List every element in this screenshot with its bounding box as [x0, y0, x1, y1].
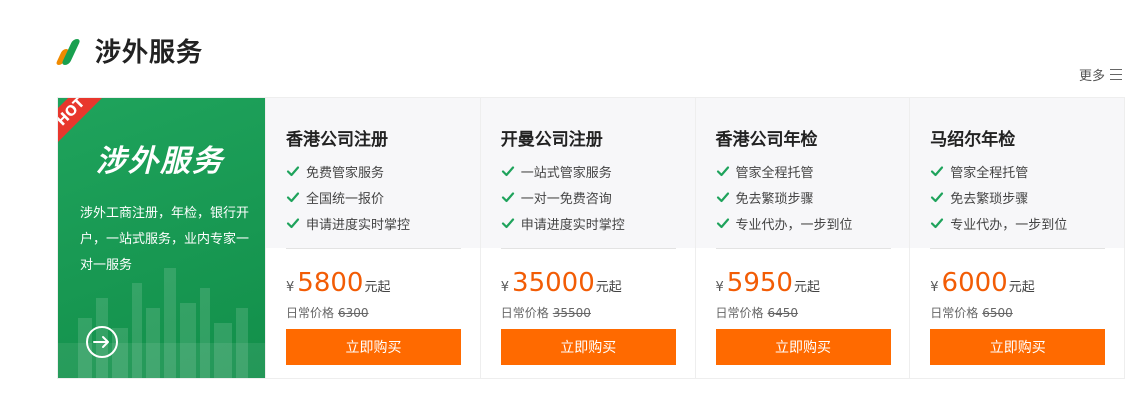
price-suffix: 元起 — [1008, 280, 1035, 295]
feature-item: 申请进度实时掌控 — [501, 210, 625, 236]
check-icon — [716, 166, 729, 177]
check-icon — [286, 166, 300, 177]
buy-now-button[interactable]: 立即购买 — [286, 329, 461, 365]
feature-item: 免去繁琐步骤 — [930, 184, 1067, 210]
more-link[interactable]: 更多 — [1079, 65, 1122, 84]
price: ¥ 35000 元起 — [501, 268, 622, 298]
check-icon — [286, 192, 300, 203]
price-suffix: 元起 — [793, 280, 820, 295]
check-icon — [286, 218, 300, 229]
feature-item: 管家全程托管 — [930, 158, 1067, 184]
service-card: 香港公司年检 管家全程托管 免去繁琐步骤 专业代办，一步到位 ¥ 5950 元起… — [694, 98, 910, 378]
check-icon — [931, 218, 944, 229]
buy-now-button[interactable]: 立即购买 — [500, 329, 676, 365]
feature-item: 一站式管家服务 — [501, 158, 625, 184]
currency-symbol: ¥ — [715, 280, 724, 295]
hot-ribbon: HOT — [58, 98, 120, 162]
price-value: 35000 — [512, 268, 595, 298]
feature-item: 全国统一报价 — [286, 184, 410, 210]
arrow-right-circle-icon[interactable] — [86, 326, 118, 358]
divider — [930, 248, 1106, 249]
feature-item: 专业代办，一步到位 — [716, 210, 853, 236]
price-suffix: 元起 — [364, 280, 391, 295]
check-icon — [716, 218, 729, 229]
price-value: 5800 — [297, 268, 364, 298]
price: ¥ 5800 元起 — [286, 268, 390, 298]
check-icon — [501, 192, 514, 203]
currency-symbol: ¥ — [500, 280, 510, 295]
currency-symbol: ¥ — [930, 280, 939, 295]
check-icon — [931, 192, 944, 203]
price-value: 6000 — [941, 268, 1008, 298]
original-price: 6300 — [338, 306, 369, 320]
price: ¥ 6000 元起 — [930, 268, 1034, 298]
check-icon — [501, 166, 514, 177]
service-card: 开曼公司注册 一站式管家服务 一对一免费咨询 申请进度实时掌控 ¥ 35000 … — [479, 98, 695, 378]
feature-list: 管家全程托管 免去繁琐步骤 专业代办，一步到位 — [716, 158, 853, 236]
section-header: 涉外服务 — [55, 30, 203, 70]
feature-item: 免费管家服务 — [286, 158, 410, 184]
regular-price: 日常价格 35500 — [500, 306, 591, 320]
promo-banner[interactable]: HOT 涉外服务 涉外工商注册，年检，银行开户，一站式服务，业内专家一对一服务 — [58, 98, 265, 378]
buy-now-button[interactable]: 立即购买 — [930, 329, 1106, 365]
card-title: 香港公司注册 — [286, 130, 388, 150]
price: ¥ 5950 元起 — [716, 268, 820, 298]
card-title: 香港公司年检 — [715, 130, 818, 150]
card-title: 开曼公司注册 — [500, 130, 603, 150]
original-price: 6450 — [767, 306, 799, 320]
original-price: 35500 — [552, 306, 591, 320]
divider — [500, 248, 676, 249]
price-suffix: 元起 — [595, 280, 622, 295]
check-icon — [931, 166, 944, 177]
feature-list: 一站式管家服务 一对一免费咨询 申请进度实时掌控 — [501, 158, 625, 236]
section-title: 涉外服务 — [95, 37, 204, 68]
divider — [715, 248, 891, 249]
divider — [286, 248, 461, 249]
feature-item: 免去繁琐步骤 — [716, 184, 853, 210]
feature-item: 一对一免费咨询 — [501, 184, 625, 210]
check-icon — [716, 192, 729, 203]
hot-badge: HOT — [58, 98, 105, 146]
menu-lines-icon — [1110, 69, 1122, 80]
promo-description: 涉外工商注册，年检，银行开户，一站式服务，业内专家一对一服务 — [80, 206, 250, 273]
feature-list: 免费管家服务 全国统一报价 申请进度实时掌控 — [286, 158, 410, 236]
feature-list: 管家全程托管 免去繁琐步骤 专业代办，一步到位 — [930, 158, 1067, 236]
service-panel: HOT 涉外服务 涉外工商注册，年检，银行开户，一站式服务，业内专家一对一服务 … — [57, 97, 1125, 379]
brand-logo-icon — [55, 35, 82, 65]
service-card: 马绍尔年检 管家全程托管 免去繁琐步骤 专业代办，一步到位 ¥ 6000 元起 … — [909, 98, 1124, 378]
original-price: 6500 — [982, 306, 1013, 320]
regular-price: 日常价格 6300 — [286, 306, 369, 320]
service-card: 香港公司注册 免费管家服务 全国统一报价 申请进度实时掌控 ¥ 5800 元起 … — [265, 98, 480, 378]
currency-symbol: ¥ — [286, 280, 295, 295]
more-label: 更多 — [1078, 69, 1105, 84]
feature-item: 申请进度实时掌控 — [286, 210, 410, 236]
buy-now-button[interactable]: 立即购买 — [715, 329, 891, 365]
regular-price: 日常价格 6450 — [715, 306, 799, 320]
price-value: 5950 — [726, 268, 793, 298]
feature-item: 管家全程托管 — [716, 158, 853, 184]
card-title: 马绍尔年检 — [930, 130, 1016, 150]
regular-price: 日常价格 6500 — [930, 306, 1013, 320]
feature-item: 专业代办，一步到位 — [930, 210, 1067, 236]
check-icon — [501, 218, 514, 229]
